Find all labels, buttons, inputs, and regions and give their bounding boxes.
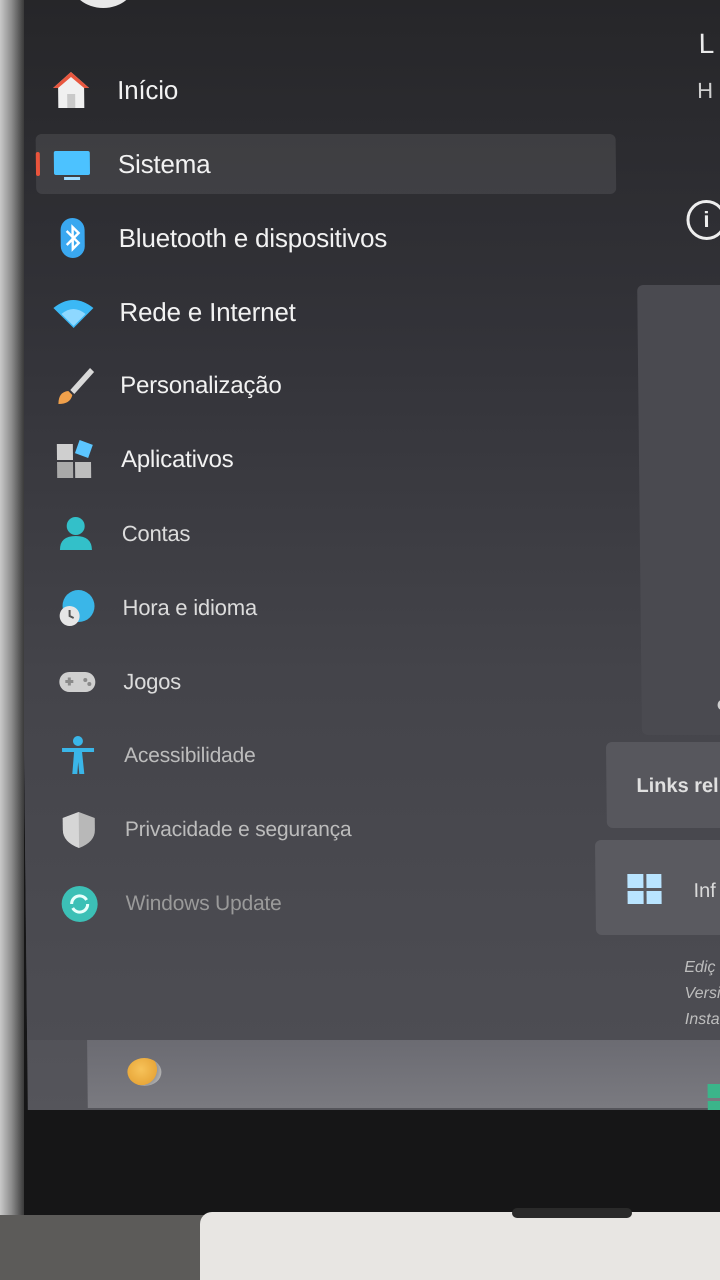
nav-label: Acessibilidade [123,744,256,767]
nav-label: Hora e idioma [122,595,258,620]
active-indicator [35,152,41,176]
weather-icon[interactable] [127,1058,162,1086]
nav-item-bluetooth[interactable]: Bluetooth e dispositivos [36,208,617,268]
home-icon [49,68,93,112]
laptop-edge [0,0,24,1215]
apps-icon [53,438,97,482]
device-specs-card [637,285,720,735]
page-subtitle: H [697,78,714,103]
nav-label: Windows Update [125,892,282,915]
windows-specs-label: Inf [693,880,716,902]
spec-edition: Ediç [684,959,716,976]
user-avatar[interactable] [69,0,137,8]
nav-item-aplicativos[interactable]: Aplicativos [39,430,620,490]
clock-globe-icon [54,586,98,630]
nav-label: Início [116,74,179,105]
nav-label: Aplicativos [120,446,234,473]
nav-label: Jogos [123,669,182,694]
nav-item-windows-update[interactable]: Windows Update [43,874,624,934]
accessibility-icon [56,734,100,778]
start-button-icon[interactable] [707,1084,720,1110]
nav-item-sistema[interactable]: Sistema [35,134,617,194]
nav-label: Contas [121,521,191,546]
windows-logo-icon [627,874,662,904]
laptop-base [200,1212,720,1280]
nav-label: Rede e Internet [119,296,296,327]
screen: Início Sistema Bluetooth e dispositivos … [16,0,720,1110]
nav-item-privacidade[interactable]: Privacidade e segurança [43,800,624,860]
page-title: L [698,28,715,59]
account-icon [54,512,98,556]
update-icon [57,882,101,926]
nav-item-contas[interactable]: Contas [39,504,620,564]
nav-label: Bluetooth e dispositivos [118,222,388,253]
paintbrush-icon [52,364,96,408]
spec-version: Versi [684,985,720,1002]
nav-item-inicio[interactable]: Início [35,60,616,120]
gamepad-icon [55,660,99,704]
related-links-label: Links rel [636,775,719,797]
spec-installed: Instal [684,1011,720,1028]
nav-item-acessibilidade[interactable]: Acessibilidade [42,726,623,786]
nav-label: Personalização [120,372,282,399]
nav-item-jogos[interactable]: Jogos [41,652,622,712]
nav-item-hora[interactable]: Hora e idioma [40,578,621,638]
nav-item-personalizacao[interactable]: Personalização [38,356,619,416]
wifi-icon [51,290,95,334]
taskbar [87,1040,720,1108]
nav-label: Privacidade e segurança [124,818,352,841]
system-display-icon [50,142,94,186]
nav-item-rede[interactable]: Rede e Internet [37,282,618,342]
laptop-slot [512,1208,632,1218]
spec-list: Ediç Versi Instal [684,955,720,1033]
settings-nav: Início Sistema Bluetooth e dispositivos … [35,60,624,948]
nav-label: Sistema [117,148,211,179]
shield-icon [57,808,101,852]
bluetooth-icon [50,216,94,260]
settings-window: Início Sistema Bluetooth e dispositivos … [16,0,720,1040]
